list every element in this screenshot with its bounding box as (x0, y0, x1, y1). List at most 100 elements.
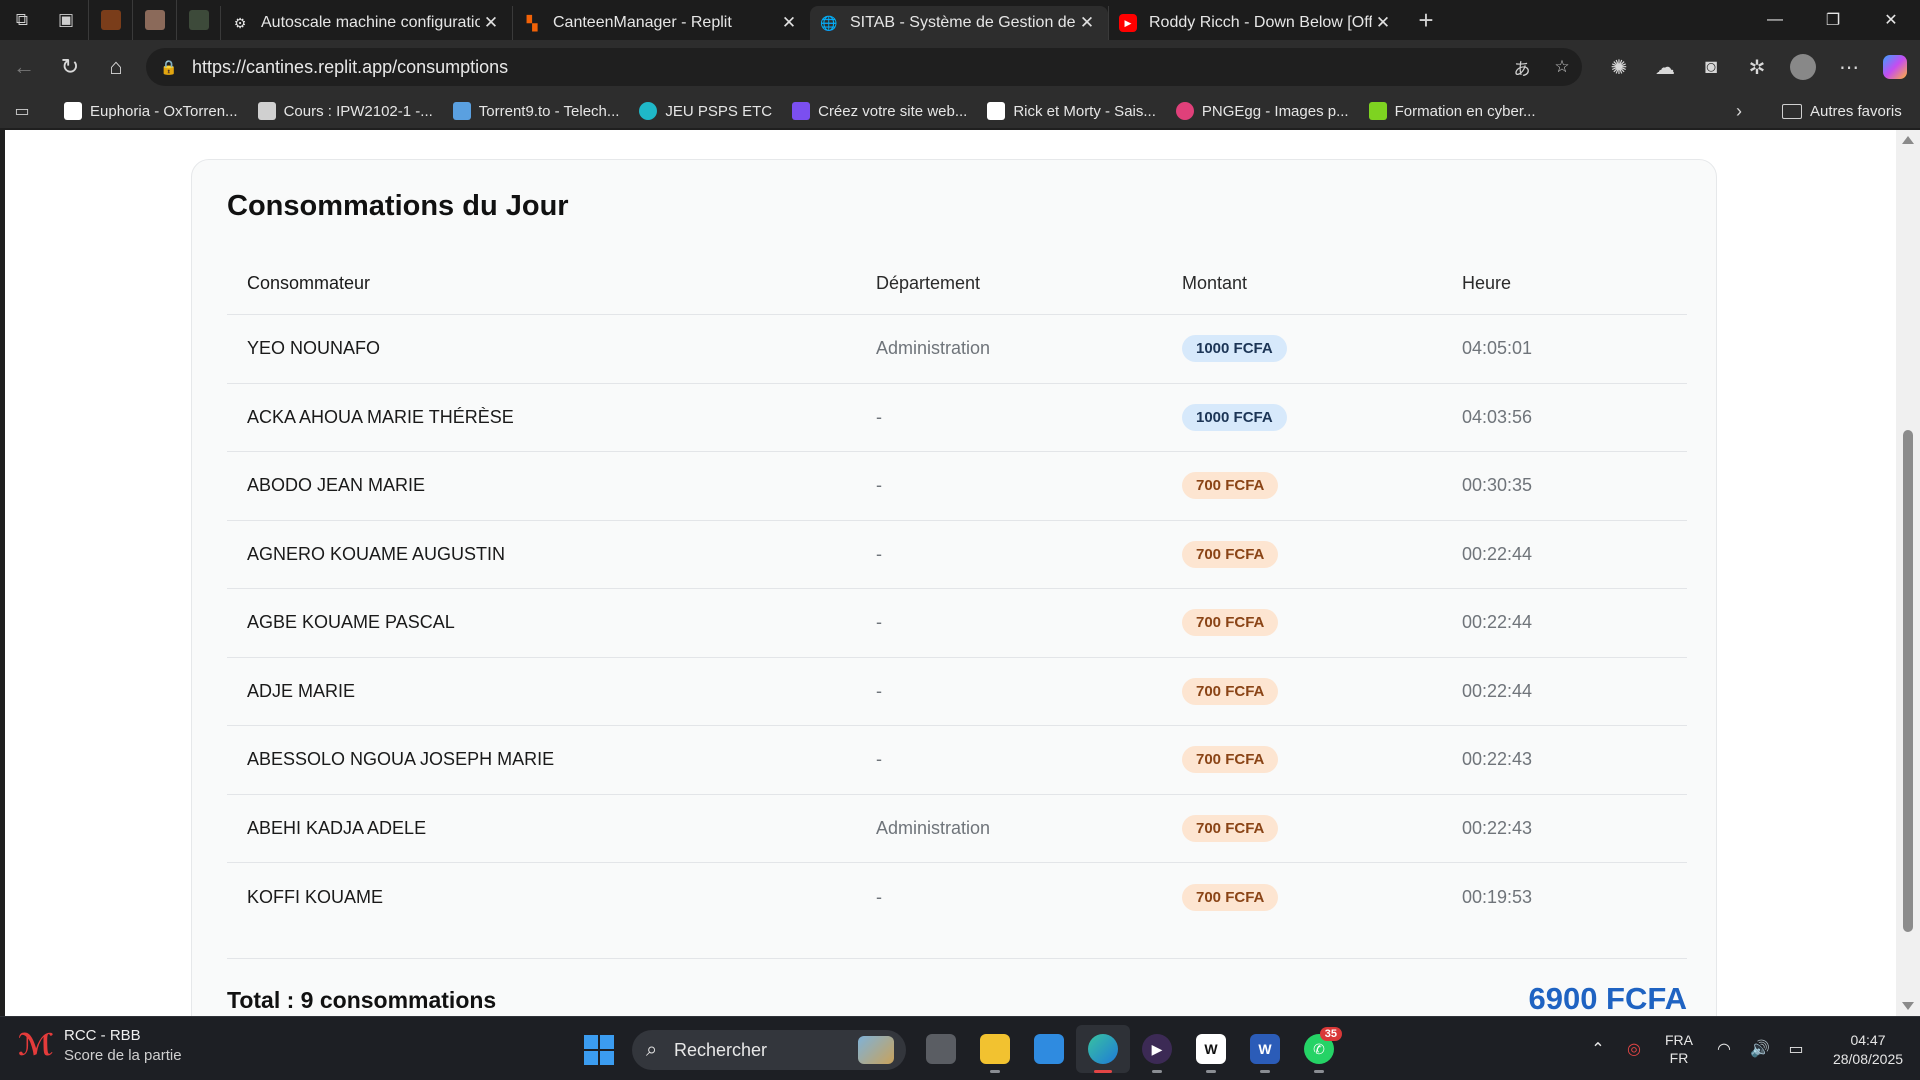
edge-browser-icon[interactable] (1076, 1025, 1130, 1073)
notification-badge: 35 (1319, 1027, 1342, 1041)
search-placeholder: Rechercher (674, 1039, 768, 1060)
consumer-name: ABODO JEAN MARIE (247, 475, 426, 496)
page-scrollbar[interactable] (1896, 130, 1920, 1016)
minimize-icon[interactable]: — (1746, 0, 1804, 40)
pinned-favicon-icon (144, 10, 165, 30)
tab-canteenmanager[interactable]: ▚ CanteenManager - Replit ✕ (512, 6, 810, 40)
navigation-bar: ← ↻ ⌂ 🔒 https://cantines.replit.app/cons… (0, 40, 1920, 94)
extension-icon[interactable]: ✺ (1596, 45, 1642, 89)
bookmark-item[interactable]: Euphoria - OxTorren... (64, 102, 238, 120)
bookmark-item[interactable]: Formation en cyber... (1368, 102, 1536, 120)
battery-icon[interactable]: ▭ (1778, 1039, 1814, 1059)
wattpad-icon[interactable]: W (1184, 1025, 1238, 1073)
bookmark-item[interactable]: Créez votre site web... (792, 102, 967, 120)
tab-title: SITAB - Système de Gestion de Ca (850, 14, 1076, 31)
close-icon[interactable]: ✕ (1372, 13, 1394, 33)
amount-badge: 700 FCFA (1182, 883, 1279, 911)
extensions-puzzle-icon[interactable]: ✲ (1734, 45, 1780, 89)
favorite-star-icon[interactable]: ☆ (1542, 57, 1582, 77)
media-player-icon[interactable]: ▶ (1130, 1025, 1184, 1073)
address-bar[interactable]: 🔒 https://cantines.replit.app/consumptio… (146, 48, 1582, 86)
extension-icon[interactable]: ☁ (1642, 45, 1688, 89)
copilot-icon[interactable] (1872, 45, 1918, 89)
read-aloud-icon[interactable]: あ (1502, 55, 1542, 80)
microsoft-store-icon[interactable] (1022, 1025, 1076, 1073)
bookmark-item[interactable]: Cours : IPW2102-1 -... (257, 102, 433, 120)
chevron-up-icon[interactable]: ⌃ (1580, 1039, 1616, 1059)
more-options-icon[interactable]: ⋯ (1826, 45, 1872, 89)
amount-badge: 1000 FCFA (1182, 335, 1287, 363)
bookmark-label: JEU PSPS ETC (665, 102, 773, 120)
bookmark-item[interactable]: Rick et Morty - Sais... (987, 102, 1156, 120)
volume-icon[interactable]: 🔊 (1742, 1039, 1778, 1059)
keyboard-layout: FR (1669, 1050, 1689, 1066)
url-text[interactable]: https://cantines.replit.app/consumptions (192, 57, 1502, 78)
table-row: KOFFI KOUAME - 700 FCFA 00:19:53 (227, 863, 1687, 932)
close-icon[interactable]: ✕ (778, 13, 800, 33)
task-view-icon[interactable] (914, 1025, 968, 1073)
collections-icon[interactable]: ▭ (2, 101, 42, 121)
replit-icon: ▚ (526, 14, 538, 31)
close-icon[interactable]: ✕ (480, 13, 502, 33)
department: - (876, 680, 882, 701)
vertical-tabs-icon[interactable]: ▣ (44, 0, 88, 40)
bookmark-favicon-icon (452, 102, 471, 120)
system-tray: ⌃ ◎ FRA FR ◠ 🔊 ▭ 04:47 28/08/2025 (1580, 1017, 1903, 1080)
pinned-tab-2[interactable] (132, 0, 176, 40)
consumer-name: ABEHI KADJA ADELE (247, 817, 427, 838)
close-icon[interactable]: ✕ (1076, 13, 1098, 33)
bookmark-label: PNGEgg - Images p... (1201, 102, 1349, 120)
refresh-icon[interactable]: ↻ (48, 45, 92, 89)
taskbar-search[interactable]: ⌕ Rechercher (632, 1030, 906, 1070)
sports-widget[interactable]: ℳ RCC - RBB Score de la partie (18, 1027, 182, 1064)
tab-autoscale[interactable]: ⚙ Autoscale machine configuration ✕ (220, 6, 512, 40)
totals-section: Total : 9 consommations 6900 FCFA (227, 958, 1687, 1016)
profile-avatar-icon[interactable] (1780, 45, 1826, 89)
bookmark-item[interactable]: JEU PSPS ETC (639, 102, 772, 120)
word-icon[interactable]: W (1238, 1025, 1292, 1073)
bookmarks-bar: ▭ Euphoria - OxTorren... Cours : IPW2102… (0, 94, 1920, 128)
wifi-icon[interactable]: ◠ (1706, 1039, 1742, 1059)
language-code: FRA (1665, 1032, 1693, 1048)
file-explorer-icon[interactable] (968, 1025, 1022, 1073)
pinned-favicon-icon (188, 10, 209, 30)
windows-start-icon[interactable] (584, 1035, 614, 1065)
scroll-down-icon[interactable] (1902, 1002, 1914, 1010)
extension-icon[interactable]: ◙ (1688, 45, 1734, 89)
scroll-up-icon[interactable] (1902, 136, 1914, 144)
page-title: Consommations du Jour (227, 190, 569, 222)
language-indicator[interactable]: FRA FR (1652, 1031, 1706, 1067)
chevron-right-icon[interactable]: › (1724, 94, 1754, 128)
sync-icon[interactable]: ◎ (1616, 1039, 1652, 1059)
bookmark-favicon-icon (1368, 102, 1387, 120)
amount-badge: 700 FCFA (1182, 746, 1279, 774)
restore-icon[interactable]: ❐ (1804, 0, 1862, 40)
pinned-tab-3[interactable] (176, 0, 220, 40)
pinned-tab-1[interactable] (88, 0, 132, 40)
home-icon[interactable]: ⌂ (94, 45, 138, 89)
scrollbar-thumb[interactable] (1903, 430, 1913, 932)
workspaces-icon[interactable]: ⧉ (0, 0, 44, 40)
tab-youtube[interactable]: ▶ Roddy Ricch - Down Below [Offici ✕ (1108, 6, 1404, 40)
other-favorites[interactable]: Autres favoris (1782, 94, 1902, 128)
consumptions-table: Consommateur Département Montant Heure Y… (227, 253, 1687, 932)
bookmark-item[interactable]: PNGEgg - Images p... (1175, 102, 1349, 120)
table-row: AGNERO KOUAME AUGUSTIN - 700 FCFA 00:22:… (227, 521, 1687, 589)
whatsapp-icon[interactable]: ✆ 35 (1292, 1025, 1346, 1073)
tab-title: CanteenManager - Replit (553, 14, 732, 31)
tab-sitab[interactable]: 🌐 SITAB - Système de Gestion de Ca ✕ (810, 6, 1108, 40)
consumer-name: AGBE KOUAME PASCAL (247, 612, 455, 633)
bookmark-favicon-icon (64, 102, 82, 120)
search-icon: ⌕ (646, 1038, 658, 1061)
table-row: ABODO JEAN MARIE - 700 FCFA 00:30:35 (227, 452, 1687, 521)
back-icon[interactable]: ← (2, 45, 46, 89)
new-tab-button[interactable]: + (1404, 0, 1448, 40)
bookmark-item[interactable]: Torrent9.to - Telech... (452, 102, 619, 120)
tab-strip: ⧉ ▣ ⚙ Autoscale machine configuration ✕ … (0, 0, 1920, 40)
close-window-icon[interactable]: ✕ (1862, 0, 1920, 40)
clock[interactable]: 04:47 28/08/2025 (1818, 1031, 1918, 1069)
site-info-icon[interactable]: 🔒 (160, 59, 182, 76)
time: 04:05:01 (1462, 338, 1533, 359)
department: - (876, 612, 882, 633)
time: 00:22:43 (1462, 817, 1533, 838)
